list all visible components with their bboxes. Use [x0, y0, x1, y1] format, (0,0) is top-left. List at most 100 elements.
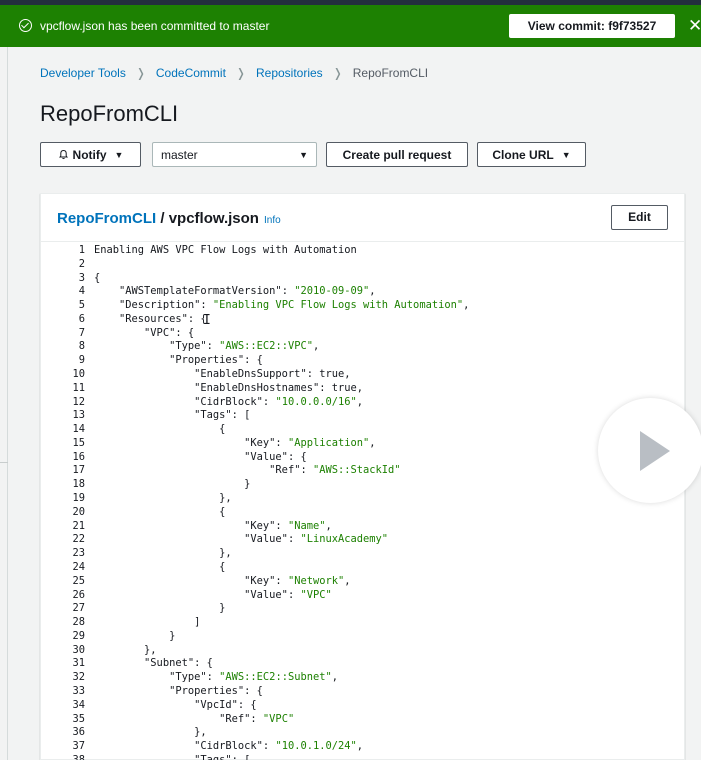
code-line: } — [94, 478, 251, 491]
line-number: 7 — [78, 326, 85, 339]
line-number: 31 — [72, 657, 85, 670]
code-line: "Properties": { — [169, 354, 263, 367]
line-number: 33 — [72, 684, 85, 697]
branch-select[interactable]: master ▼ — [152, 142, 317, 167]
code-line: "Properties": { — [169, 684, 263, 697]
code-line: }, — [94, 492, 232, 505]
line-number: 11 — [72, 381, 85, 394]
notify-label: Notify — [72, 147, 107, 162]
line-number: 20 — [72, 505, 85, 518]
code-line: "Key": "Name", — [244, 519, 332, 532]
caret-down-icon: ▼ — [561, 149, 571, 160]
line-number: 29 — [72, 629, 85, 642]
file-name: vpcflow.json — [168, 210, 259, 227]
code-line: }, — [94, 726, 207, 739]
page-title: RepoFromCLI — [40, 101, 179, 126]
code-line: "VPC": { — [144, 326, 195, 339]
breadcrumb-repositories[interactable]: Repositories — [256, 66, 323, 80]
code-line: "Type": "AWS::EC2::VPC", — [169, 340, 320, 353]
notify-button[interactable]: Notify ▼ — [40, 142, 141, 167]
repo-link[interactable]: RepoFromCLI — [57, 210, 156, 227]
code-line: "CidrBlock": "10.0.0.0/16", — [194, 395, 364, 408]
code-line: { — [94, 271, 101, 284]
breadcrumb-developer-tools[interactable]: Developer Tools — [40, 66, 126, 80]
line-number: 24 — [72, 560, 85, 573]
code-line: "Resources": { — [119, 312, 207, 325]
code-line: "Ref": "VPC" — [219, 712, 295, 725]
code-line: "Value": "VPC" — [244, 588, 332, 601]
clone-url-button[interactable]: Clone URL ▼ — [477, 142, 586, 167]
code-line: "AWSTemplateFormatVersion": "2010-09-09"… — [119, 285, 376, 298]
breadcrumb: Developer Tools ❭ CodeCommit ❭ Repositor… — [40, 66, 428, 80]
breadcrumb-codecommit[interactable]: CodeCommit — [156, 66, 226, 80]
code-line: "EnableDnsSupport": true, — [194, 368, 351, 381]
line-number: 22 — [72, 533, 85, 546]
code-line: { — [94, 560, 226, 573]
line-number: 38 — [72, 753, 85, 760]
code-line: "CidrBlock": "10.0.1.0/24", — [194, 740, 364, 753]
line-number: 25 — [72, 574, 85, 587]
caret-down-icon: ▼ — [114, 149, 124, 160]
view-commit-button[interactable]: View commit: f9f73527 — [509, 14, 675, 38]
breadcrumb-current: RepoFromCLI — [352, 66, 429, 80]
line-number: 21 — [72, 519, 85, 532]
code-line: ] — [94, 616, 201, 629]
line-number: 1 — [78, 244, 85, 256]
code-line: "Value": "LinuxAcademy" — [244, 533, 389, 546]
edit-button[interactable]: Edit — [611, 205, 668, 230]
line-number: 36 — [72, 726, 85, 739]
file-viewer-panel: RepoFromCLI / vpcflow.json Info Edit 1 Ena… — [40, 193, 685, 760]
chevron-right-icon: ❭ — [332, 66, 343, 80]
line-number: 6 — [78, 312, 85, 325]
code-line: }, — [94, 643, 157, 656]
file-path: RepoFromCLI / vpcflow.json Info — [57, 210, 281, 227]
chevron-right-icon: ❭ — [135, 66, 146, 80]
line-number: 15 — [72, 436, 85, 449]
close-icon[interactable]: ✕ — [688, 16, 701, 36]
code-line: "Tags": [ — [194, 409, 251, 422]
code-line: Enabling AWS VPC Flow Logs with Automati… — [94, 244, 357, 256]
line-number: 34 — [72, 698, 85, 711]
line-number: 10 — [72, 368, 85, 381]
code-line: "Subnet": { — [144, 657, 213, 670]
code-line: { — [94, 423, 226, 436]
info-link[interactable]: Info — [264, 215, 281, 226]
create-pull-request-button[interactable]: Create pull request — [326, 142, 468, 167]
caret-down-icon: ▼ — [299, 149, 308, 160]
code-line: "EnableDnsHostnames": true, — [194, 381, 364, 394]
path-separator: / — [156, 210, 169, 227]
code-line: "Key": "Application", — [244, 436, 376, 449]
code-line: "Key": "Network", — [244, 574, 351, 587]
code-line: "Tags": [ — [194, 753, 251, 760]
bell-icon — [58, 149, 69, 160]
text-cursor-icon: I — [203, 313, 211, 328]
line-number: 4 — [78, 285, 85, 298]
line-number: 26 — [72, 588, 85, 601]
line-number: 27 — [72, 602, 85, 615]
file-header: RepoFromCLI / vpcflow.json Info Edit — [41, 194, 684, 242]
code-line: } — [94, 602, 226, 615]
line-number: 19 — [72, 492, 85, 505]
line-number: 37 — [72, 740, 85, 753]
line-number: 35 — [72, 712, 85, 725]
code-line: } — [94, 629, 176, 642]
line-number: 18 — [72, 478, 85, 491]
line-number: 8 — [78, 340, 85, 353]
line-number: 13 — [72, 409, 85, 422]
code-line: "Ref": "AWS::StackId" — [269, 464, 401, 477]
play-icon[interactable] — [598, 398, 701, 503]
line-number: 5 — [78, 299, 85, 312]
code-line: { — [94, 505, 226, 518]
line-number: 14 — [72, 423, 85, 436]
line-number: 28 — [72, 616, 85, 629]
code-line: }, — [94, 547, 232, 560]
line-number: 9 — [78, 354, 85, 367]
line-number: 30 — [72, 643, 85, 656]
success-check-icon — [19, 19, 32, 32]
code-line: "Type": "AWS::EC2::Subnet", — [169, 671, 339, 684]
success-flashbar: vpcflow.json has been committed to maste… — [0, 5, 701, 47]
line-number: 3 — [78, 271, 85, 284]
branch-value: master — [161, 147, 198, 162]
line-number: 17 — [72, 464, 85, 477]
repo-actions: Notify ▼ master ▼ Create pull request Cl… — [40, 142, 586, 167]
